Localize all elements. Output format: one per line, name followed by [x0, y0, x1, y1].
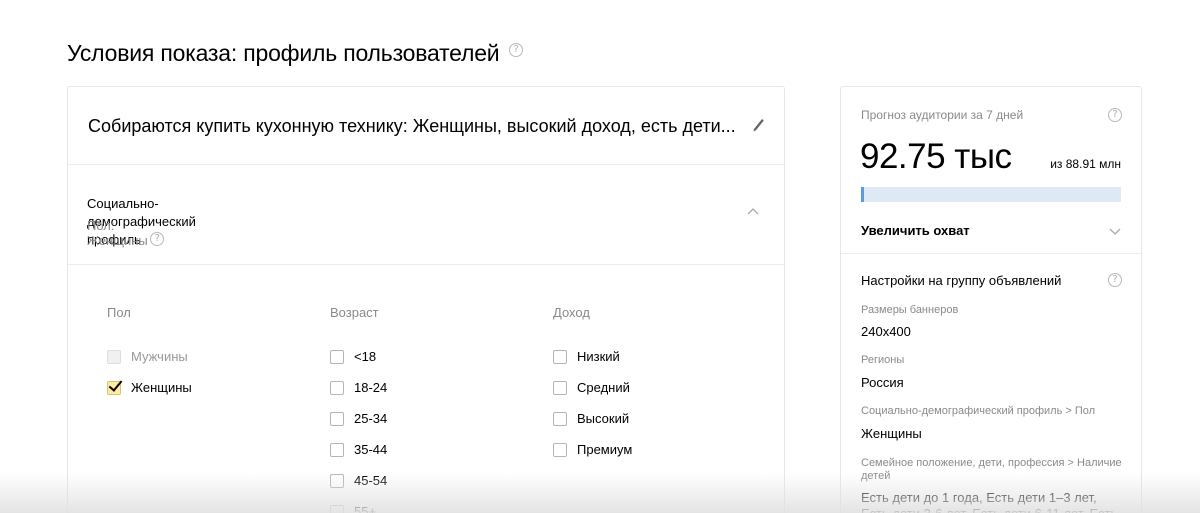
option-label: 18-24: [354, 380, 388, 395]
help-icon[interactable]: ?: [1108, 273, 1122, 287]
age-column: Возраст <18 18-24 25-34 35-44 45-54 55+: [330, 305, 387, 513]
option-label: Женщины: [131, 380, 192, 395]
income-option[interactable]: Низкий: [553, 341, 632, 372]
age-option[interactable]: 45-54: [330, 465, 387, 496]
option-label: Средний: [577, 380, 630, 395]
audience-progress-fill: [861, 187, 864, 202]
option-label: Премиум: [577, 442, 633, 457]
forecast-sidebar: Прогноз аудитории за 7 дней ? 92.75 тыс …: [840, 86, 1142, 513]
help-icon[interactable]: ?: [150, 231, 165, 246]
checkbox[interactable]: [330, 380, 344, 395]
page-title: Условия показа: профиль пользователей ?: [67, 40, 523, 67]
checkbox[interactable]: [553, 349, 567, 364]
segment-title: Собираются купить кухонную технику: Женщ…: [88, 116, 736, 136]
main-card: Собираются купить кухонную технику: Женщ…: [67, 86, 785, 513]
regions-label: Регионы: [861, 354, 905, 366]
help-icon[interactable]: ?: [1108, 108, 1122, 122]
audience-progress-bar: [861, 187, 1121, 202]
checkbox[interactable]: [553, 380, 567, 395]
segment-row[interactable]: Собираются купить кухонную технику: Женщ…: [68, 87, 784, 165]
checkbox[interactable]: [330, 349, 344, 364]
option-label: 45-54: [354, 473, 388, 488]
regions-value: Россия: [861, 375, 904, 390]
option-label: Низкий: [577, 349, 620, 364]
checkbox[interactable]: [330, 442, 344, 457]
gender-header: Пол: [107, 305, 131, 320]
age-option[interactable]: 25-34: [330, 403, 387, 434]
family-value: Есть дети до 1 года, Есть дети 1–3 лет, …: [861, 490, 1117, 513]
banner-sizes-label: Размеры баннеров: [861, 304, 959, 316]
forecast-total: из 88.91 млн: [1050, 157, 1121, 171]
socdem-value: Женщины: [861, 426, 922, 441]
profile-summary: Пол: Женщины: [87, 218, 148, 248]
banner-sizes-value: 240x400: [861, 324, 911, 339]
chevron-down-icon[interactable]: [1109, 228, 1121, 236]
forecast-value: 92.75 тыс: [860, 137, 1012, 176]
age-option[interactable]: 55+: [330, 496, 387, 513]
option-label: 55+: [354, 504, 377, 513]
option-label: Мужчины: [131, 349, 188, 364]
family-label: Семейное положение, дети, профессия > На…: [861, 457, 1122, 482]
checkbox[interactable]: [330, 473, 344, 488]
checkbox[interactable]: [553, 442, 567, 457]
income-column: Доход Низкий Средний Высокий Премиум: [553, 305, 632, 465]
option-label: Высокий: [577, 411, 630, 426]
checkbox[interactable]: [107, 380, 121, 395]
option-label: <18: [354, 349, 377, 364]
checkbox[interactable]: [330, 411, 344, 426]
age-option[interactable]: 18-24: [330, 372, 387, 403]
option-label: 25-34: [354, 411, 388, 426]
increase-reach-label: Увеличить охват: [861, 223, 970, 238]
help-icon[interactable]: ?: [509, 43, 523, 57]
income-option[interactable]: Премиум: [553, 434, 632, 465]
settings-title: Настройки на группу объявлений: [861, 273, 1062, 288]
income-option[interactable]: Средний: [553, 372, 632, 403]
income-option[interactable]: Высокий: [553, 403, 632, 434]
checkbox: [107, 349, 121, 364]
gender-column: Пол Мужчины Женщины: [107, 305, 192, 403]
age-option[interactable]: 35-44: [330, 434, 387, 465]
gender-option-women[interactable]: Женщины: [107, 372, 192, 403]
income-header: Доход: [553, 305, 590, 320]
checkbox[interactable]: [330, 504, 344, 513]
chevron-up-icon[interactable]: [747, 207, 759, 215]
age-header: Возраст: [330, 305, 379, 320]
age-option[interactable]: <18: [330, 341, 387, 372]
gender-option-men: Мужчины: [107, 341, 192, 372]
increase-reach-toggle[interactable]: Увеличить охват: [841, 214, 1141, 254]
forecast-label: Прогноз аудитории за 7 дней: [861, 108, 1024, 122]
pencil-icon[interactable]: [751, 116, 765, 132]
page-title-text: Условия показа: профиль пользователей: [67, 40, 500, 66]
socdem-label: Социально-демографический профиль > Пол: [861, 405, 1096, 417]
option-label: 35-44: [354, 442, 388, 457]
checkbox[interactable]: [553, 411, 567, 426]
